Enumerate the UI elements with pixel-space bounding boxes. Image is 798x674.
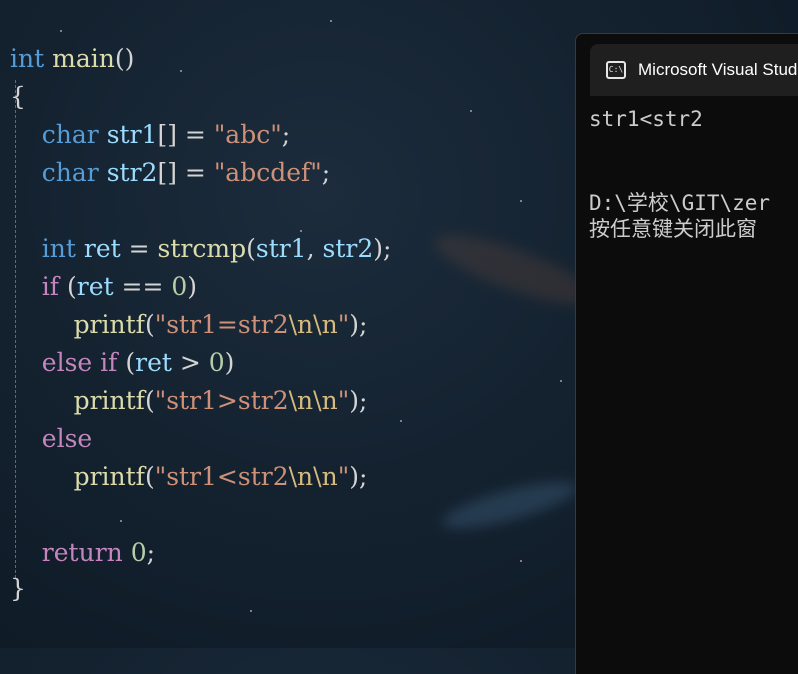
- code-token: strcmp: [157, 234, 247, 263]
- code-token: str1: [255, 234, 307, 263]
- code-token: "abcdef": [213, 158, 322, 187]
- code-line: int main(): [10, 40, 134, 78]
- code-token: \n\n: [288, 386, 338, 415]
- code-token: ret: [83, 234, 121, 263]
- code-token: =: [120, 234, 158, 263]
- code-token: (): [114, 44, 135, 73]
- code-token: "abc": [213, 120, 282, 149]
- code-token: ): [224, 348, 235, 377]
- code-token: ret: [76, 272, 114, 301]
- code-token: [] =: [157, 158, 214, 187]
- code-editor[interactable]: int main(){ char str1[] = "abc"; char st…: [0, 40, 575, 640]
- code-token: ;: [146, 538, 156, 567]
- code-line: else: [10, 420, 92, 458]
- code-token: );: [349, 386, 368, 415]
- code-line: {: [10, 78, 26, 116]
- code-token: (: [144, 310, 155, 339]
- code-token: );: [349, 462, 368, 491]
- code-token: if: [41, 272, 60, 301]
- code-token: "str1<str2: [154, 462, 289, 491]
- code-token: int: [41, 234, 76, 263]
- code-token: ,: [306, 234, 323, 263]
- code-token: char: [41, 158, 99, 187]
- code-token: (: [246, 234, 256, 263]
- code-token: "str1=str2: [154, 310, 289, 339]
- code-token: main: [52, 44, 115, 73]
- code-token: ": [337, 462, 350, 491]
- code-token: 0: [208, 348, 225, 377]
- code-token: ret: [135, 348, 172, 377]
- code-token: \n\n: [288, 310, 338, 339]
- code-token: }: [10, 574, 26, 603]
- code-token: {: [10, 82, 26, 111]
- tab-title: Microsoft Visual Studio: [638, 60, 798, 79]
- code-token: else: [41, 424, 93, 453]
- console-tab[interactable]: C:\ Microsoft Visual Studio: [590, 44, 798, 96]
- code-line: printf("str1>str2\n\n");: [10, 382, 368, 420]
- code-line: return 0;: [10, 534, 155, 572]
- code-token: );: [373, 234, 392, 263]
- code-token: (: [59, 272, 77, 301]
- code-line: char str1[] = "abc";: [10, 116, 290, 154]
- code-token: str2: [322, 234, 374, 263]
- code-token: ;: [321, 158, 331, 187]
- code-token: else: [41, 348, 93, 377]
- code-token: (: [144, 386, 155, 415]
- console-output-line: D:\学校\GIT\zer: [589, 191, 771, 215]
- code-token: 0: [130, 538, 147, 567]
- code-token: ": [337, 386, 350, 415]
- code-token: printf: [73, 462, 145, 491]
- code-token: printf: [73, 386, 145, 415]
- code-token: str1: [106, 120, 158, 149]
- code-line: printf("str1=str2\n\n");: [10, 306, 368, 344]
- code-token: printf: [73, 310, 145, 339]
- code-token: ": [337, 310, 350, 339]
- code-token: [] =: [157, 120, 214, 149]
- console-window[interactable]: C:\ Microsoft Visual Studio str1<str2 D:…: [575, 33, 798, 674]
- code-token: (: [117, 348, 136, 377]
- code-token: char: [41, 120, 99, 149]
- code-line: char str2[] = "abcdef";: [10, 154, 330, 192]
- code-line: }: [10, 570, 26, 608]
- console-output-line: str1<str2: [589, 107, 703, 131]
- code-line: if (ret == 0): [10, 268, 197, 306]
- code-token: if: [100, 348, 118, 377]
- code-token: ==: [113, 272, 172, 301]
- terminal-icon: C:\: [606, 61, 626, 79]
- code-token: (: [144, 462, 155, 491]
- code-token: return: [41, 538, 123, 567]
- code-token: \n\n: [288, 462, 338, 491]
- code-line: else if (ret > 0): [10, 344, 235, 382]
- code-token: int: [10, 44, 45, 73]
- code-token: ): [187, 272, 198, 301]
- console-output-line: 按任意键关闭此窗: [589, 217, 757, 241]
- code-token: >: [171, 348, 209, 377]
- code-line: int ret = strcmp(str1, str2);: [10, 230, 392, 268]
- code-line: printf("str1<str2\n\n");: [10, 458, 368, 496]
- code-token: str2: [106, 158, 158, 187]
- code-token: ;: [281, 120, 291, 149]
- code-token: );: [349, 310, 368, 339]
- code-token: 0: [171, 272, 188, 301]
- code-token: "str1>str2: [154, 386, 289, 415]
